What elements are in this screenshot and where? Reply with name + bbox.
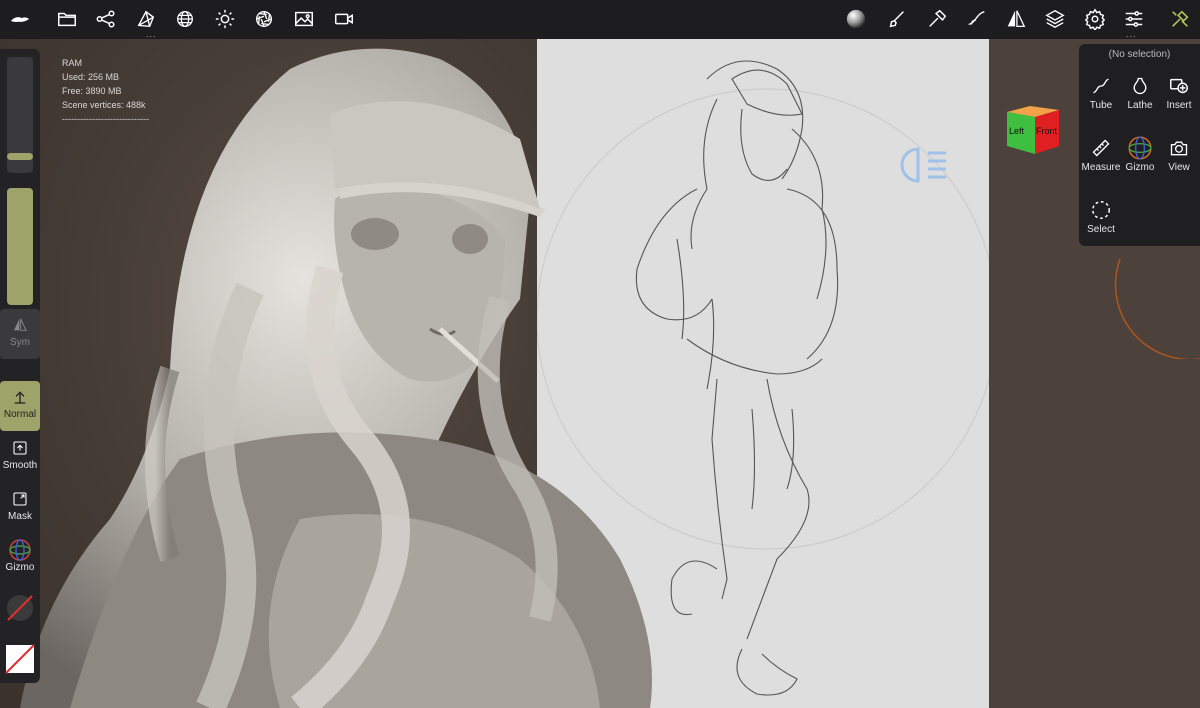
sym-label: Sym bbox=[10, 337, 30, 348]
symmetry-button[interactable]: Sym bbox=[0, 309, 40, 359]
tools-icon[interactable] bbox=[1168, 7, 1192, 31]
color-swatch-button[interactable] bbox=[5, 644, 35, 674]
mask-button[interactable]: Mask bbox=[0, 483, 40, 533]
camera-icon bbox=[1170, 141, 1188, 156]
symmetry-small-icon bbox=[14, 318, 27, 331]
smooth-button[interactable]: Smooth bbox=[0, 432, 40, 482]
select-label: Select bbox=[1087, 224, 1115, 235]
mask-icon bbox=[13, 492, 27, 506]
stroke-paint-icon[interactable] bbox=[965, 7, 989, 31]
viewcube-front-label[interactable]: Front bbox=[1036, 126, 1057, 136]
share-nodes-icon[interactable] bbox=[94, 7, 118, 31]
sliders-more-indicator: ... bbox=[1126, 29, 1137, 39]
smooth-label: Smooth bbox=[2, 460, 38, 471]
mask-label: Mask bbox=[8, 511, 32, 522]
gizmo-tool-button[interactable]: Gizmo bbox=[1120, 134, 1160, 184]
folder-icon[interactable] bbox=[55, 7, 79, 31]
view-label: View bbox=[1168, 162, 1190, 173]
intensity-slider[interactable] bbox=[7, 188, 33, 305]
arrow-up-icon bbox=[14, 391, 26, 404]
tube-tool-button[interactable]: Tube bbox=[1081, 72, 1121, 122]
scene-more-indicator: ... bbox=[146, 29, 157, 39]
dashed-circle-icon bbox=[1092, 201, 1110, 219]
top-toolbar: ... ... bbox=[0, 0, 1200, 39]
settings-gear-icon[interactable] bbox=[1083, 7, 1107, 31]
radius-slider-knob[interactable] bbox=[7, 152, 33, 160]
insert-label: Insert bbox=[1166, 100, 1192, 111]
tube-label: Tube bbox=[1089, 100, 1113, 111]
smooth-icon bbox=[13, 441, 27, 455]
sun-icon[interactable] bbox=[213, 7, 237, 31]
ram-title: RAM bbox=[62, 58, 82, 68]
sliders-icon[interactable] bbox=[1122, 7, 1146, 31]
material-sphere-button[interactable] bbox=[5, 593, 35, 623]
gizmo-axes-icon bbox=[1128, 136, 1152, 160]
wireframe-globe-icon[interactable] bbox=[173, 7, 197, 31]
select-tool-button[interactable]: Select bbox=[1081, 196, 1121, 246]
symmetry-icon[interactable] bbox=[1004, 7, 1028, 31]
light-direction-icon[interactable] bbox=[900, 146, 952, 189]
ram-used: Used: 256 MB bbox=[62, 72, 120, 82]
ram-divider: ----------------------------- bbox=[62, 114, 149, 124]
measure-label: Measure bbox=[1081, 162, 1121, 173]
image-icon[interactable] bbox=[292, 7, 316, 31]
aperture-icon[interactable] bbox=[252, 7, 276, 31]
insert-tool-button[interactable]: Insert bbox=[1159, 72, 1199, 122]
lathe-tool-button[interactable]: Lathe bbox=[1120, 72, 1160, 122]
app-logo-icon[interactable] bbox=[8, 7, 32, 31]
insert-plus-icon bbox=[1170, 78, 1188, 94]
tools-popup-menu: (No selection) Tube Lathe Insert Measure… bbox=[1079, 44, 1200, 246]
left-tool-panel: Sym Normal Smooth Mask Gizmo bbox=[0, 49, 40, 683]
normal-label: Normal bbox=[3, 409, 37, 420]
layers-icon[interactable] bbox=[1043, 7, 1067, 31]
normal-mode-button[interactable]: Normal bbox=[0, 381, 40, 431]
tube-curve-icon bbox=[1093, 78, 1109, 94]
gizmo-button[interactable]: Gizmo bbox=[0, 534, 40, 584]
selection-status: (No selection) bbox=[1108, 49, 1171, 60]
sculpt-viewport[interactable]: RAM Used: 256 MB Free: 3890 MB Scene ver… bbox=[0, 39, 1200, 708]
brush-icon[interactable] bbox=[885, 7, 909, 31]
lathe-label: Lathe bbox=[1127, 100, 1153, 111]
intensity-slider-fill bbox=[7, 188, 33, 305]
video-camera-icon[interactable] bbox=[332, 7, 356, 31]
matcap-sphere-icon[interactable] bbox=[844, 7, 868, 31]
view-tool-button[interactable]: View bbox=[1159, 134, 1199, 184]
lathe-vase-icon bbox=[1133, 77, 1147, 95]
ram-info-overlay: RAM Used: 256 MB Free: 3890 MB Scene ver… bbox=[62, 56, 149, 126]
ruler-icon bbox=[1092, 139, 1110, 157]
gizmo-label: Gizmo bbox=[5, 562, 35, 573]
sculpted-model bbox=[20, 48, 652, 708]
measure-tool-button[interactable]: Measure bbox=[1081, 134, 1121, 184]
hammer-icon[interactable] bbox=[925, 7, 949, 31]
gizmo-menu-label: Gizmo bbox=[1125, 162, 1155, 173]
scene-vertices: Scene vertices: 488k bbox=[62, 100, 146, 110]
scene-mesh-icon[interactable] bbox=[134, 7, 158, 31]
view-cube[interactable]: Left Front bbox=[1003, 102, 1061, 154]
gizmo-icon bbox=[9, 539, 31, 561]
viewcube-left-label[interactable]: Left bbox=[1009, 126, 1024, 136]
radius-slider[interactable] bbox=[7, 57, 33, 173]
ram-free: Free: 3890 MB bbox=[62, 86, 122, 96]
